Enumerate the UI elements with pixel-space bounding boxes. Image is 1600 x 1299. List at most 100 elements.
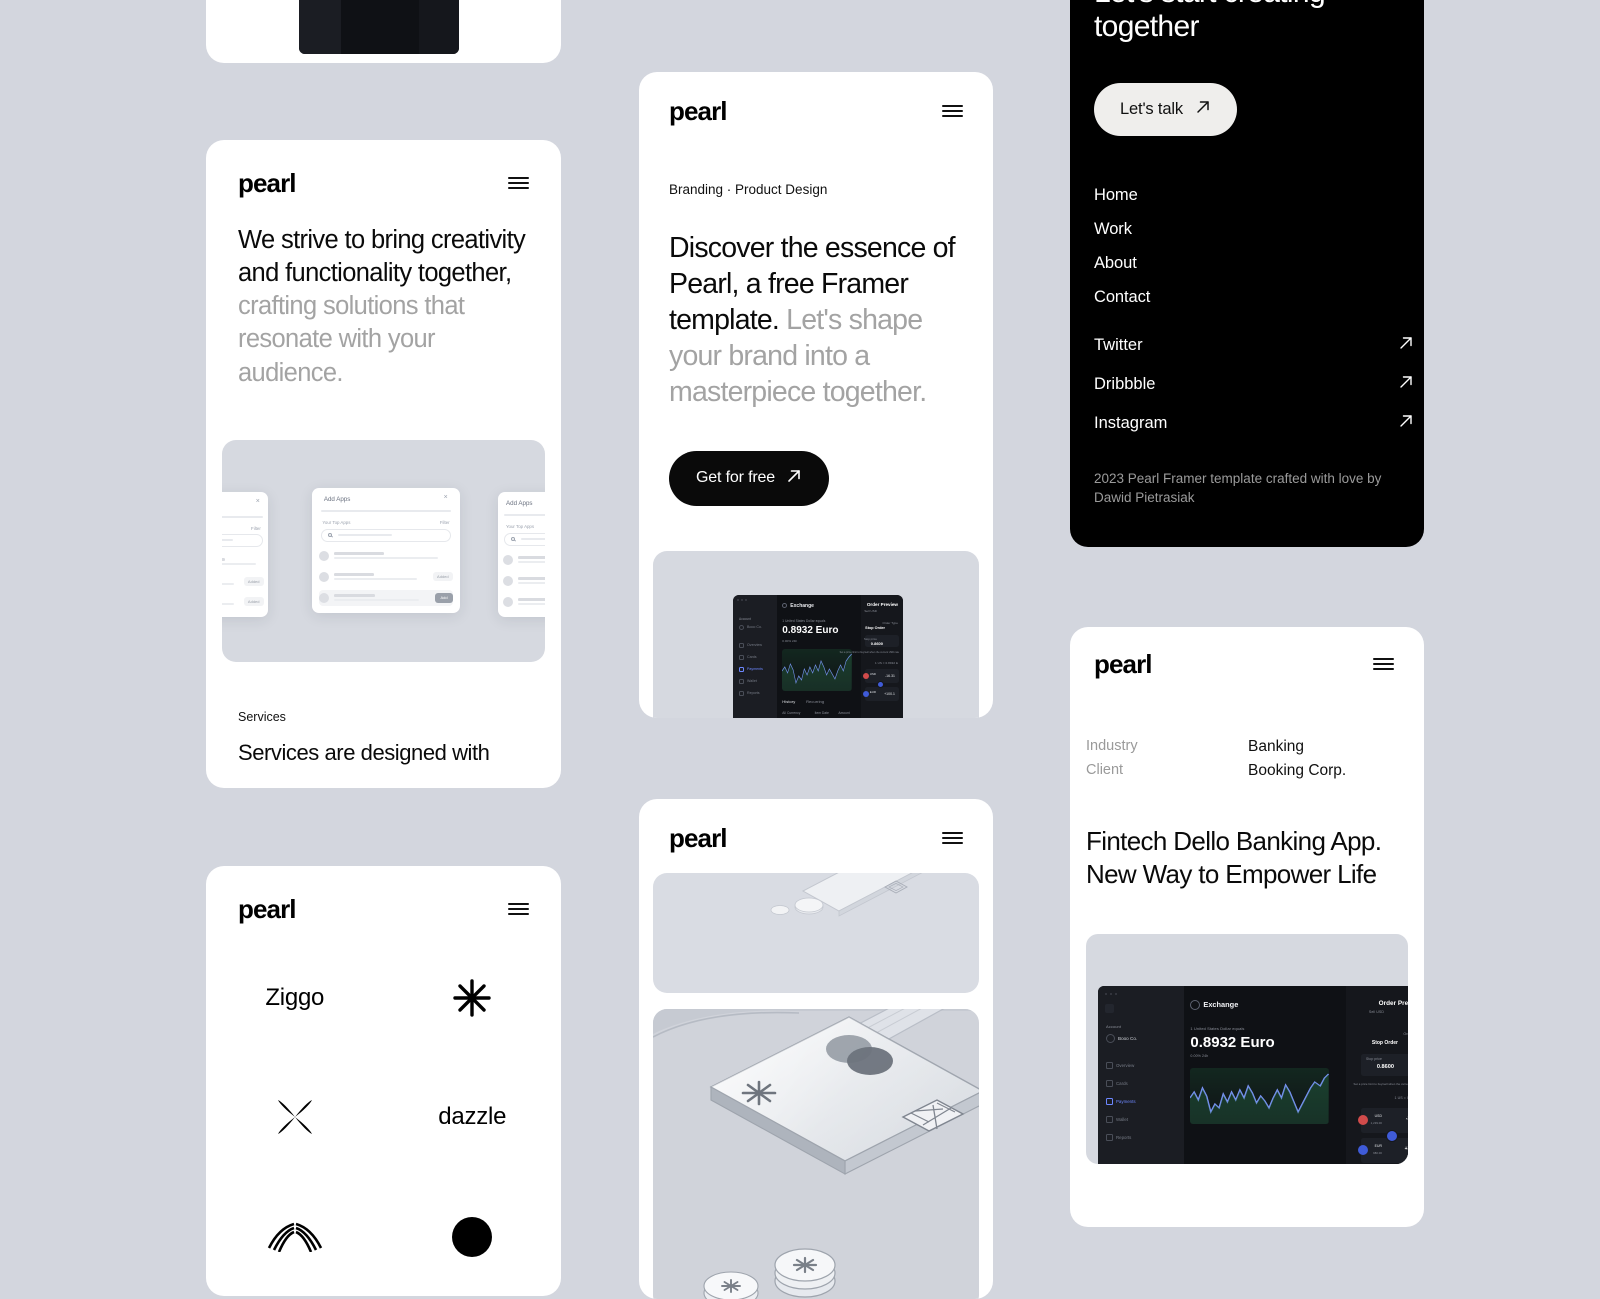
button-label: Get for free: [696, 469, 776, 487]
dashboard-account[interactable]: Booo Co.: [739, 624, 762, 630]
dashboard-nav-payments[interactable]: Payments: [739, 666, 763, 672]
footer-heading: Let's start creating together: [1094, 0, 1326, 43]
dashboard-nav-payments[interactable]: Payments: [1106, 1097, 1136, 1105]
brand-logo[interactable]: pearl: [238, 170, 296, 196]
arrow-up-right-icon: [1398, 335, 1414, 356]
footer-link-contact[interactable]: Contact: [1094, 280, 1424, 314]
dashboard-nav-reports[interactable]: Reports: [1106, 1133, 1131, 1141]
hamburger-menu-icon[interactable]: [942, 105, 963, 117]
wings-mark-icon: [267, 1222, 323, 1252]
footer-nav: Home Work About Contact: [1094, 178, 1424, 314]
brand-logo[interactable]: pearl: [1094, 651, 1152, 677]
hamburger-menu-icon[interactable]: [1373, 658, 1394, 670]
meta-value: Banking: [1248, 738, 1305, 755]
illustration-image-top: [653, 873, 979, 993]
dashboard-main: [340, 0, 419, 54]
breadcrumb: Branding · Product Design: [669, 182, 828, 197]
brand-logo[interactable]: pearl: [669, 825, 727, 851]
dashboard-line-chart: [1190, 1067, 1329, 1124]
section-heading: Services are designed with: [238, 739, 490, 765]
footer-link-home[interactable]: Home: [1094, 178, 1424, 212]
page-title: Discover the essence of Pearl, a free Fr…: [669, 231, 963, 411]
page-title: We strive to bring creativity and functi…: [238, 224, 529, 390]
brand-logo[interactable]: pearl: [669, 98, 727, 124]
add-apps-dialog-right: Add Apps Your Top Apps: [498, 491, 545, 617]
case-heading: Fintech Dello Banking App. New Way to Em…: [1086, 826, 1382, 890]
hamburger-menu-icon[interactable]: [508, 903, 529, 915]
card-header: pearl: [639, 799, 993, 851]
footer-link-about[interactable]: About: [1094, 246, 1424, 280]
client-logo-dazzle: dazzle: [438, 1103, 507, 1130]
dashboard-nav-overview[interactable]: Overview: [739, 642, 762, 648]
add-apps-dialog-center: Add Apps × Your Top Apps Filter Added Ad…: [312, 487, 460, 613]
dashboard-nav-reports[interactable]: Reports: [739, 690, 760, 696]
dashboard-screenshot-image: Account Booo Co. Overview Cards Payments…: [1098, 985, 1408, 1164]
add-apps-dialog-left: × Filter Added Added: [222, 491, 268, 617]
asterisk-mark-icon: [452, 978, 492, 1018]
dashboard-nav-cards[interactable]: Cards: [1106, 1079, 1128, 1087]
avatar: [319, 592, 330, 603]
list-item[interactable]: [319, 548, 452, 564]
dashboard-nav-cards[interactable]: Cards: [739, 654, 757, 660]
client-logo-ziggo: Ziggo: [265, 984, 325, 1011]
social-link-twitter[interactable]: Twitter: [1094, 326, 1414, 365]
card-services: pearl We strive to bring creativity and …: [206, 140, 561, 788]
card-header: pearl: [1070, 627, 1424, 677]
arrow-up-right-icon: [1398, 374, 1414, 395]
dashboard-screenshot-image: Account Booo Co. Overview Cards Payments…: [733, 594, 903, 718]
list-item[interactable]: Added: [319, 569, 453, 585]
arrow-up-right-icon: [1398, 413, 1414, 434]
search-input[interactable]: [320, 528, 452, 542]
illustration-image-main: [653, 1009, 979, 1299]
lets-talk-button[interactable]: Let's talk: [1094, 83, 1237, 137]
meta-value: Booking Corp.: [1248, 762, 1347, 779]
close-x-icon[interactable]: ×: [256, 498, 262, 505]
meta-row-industry: Industry Banking: [1086, 735, 1400, 759]
social-link-dribbble[interactable]: Dribbble: [1094, 365, 1414, 404]
brand-logo[interactable]: pearl: [238, 896, 296, 922]
card-header: pearl: [639, 72, 993, 124]
dashboard-account[interactable]: Booo Co.: [1106, 1033, 1137, 1043]
currency-row-usd: [1361, 1107, 1408, 1133]
meta-row-client: Client Booking Corp.: [1086, 759, 1400, 783]
case-meta: Industry Banking Client Booking Corp.: [1086, 735, 1400, 783]
get-for-free-button[interactable]: Get for free: [669, 450, 830, 506]
card-header: pearl: [206, 140, 561, 196]
hamburger-menu-icon[interactable]: [942, 832, 963, 844]
dashboard-screenshot-image: Overview Cards Payments Wallet Reports H…: [299, 0, 459, 54]
services-image: × Filter Added Added Add Apps × Your Top…: [222, 439, 545, 662]
flower-x-mark-icon: [274, 1096, 316, 1138]
list-item[interactable]: Add: [319, 589, 453, 606]
meta-key: Industry: [1086, 738, 1138, 754]
card-hero: pearl Branding · Product Design Discover…: [639, 72, 993, 718]
arrow-up-right-icon: [786, 468, 802, 489]
currency-row-eur: [1361, 1137, 1408, 1163]
heading-muted-part: crafting solutions that resonate with yo…: [238, 292, 465, 387]
meta-key: Client: [1086, 762, 1124, 778]
dashboard-app-title: Exchange: [1190, 999, 1238, 1010]
dialog-title: Add Apps: [323, 496, 351, 504]
social-link-instagram[interactable]: Instagram: [1094, 404, 1414, 443]
dashboard-nav-wallet[interactable]: Wallet: [739, 678, 757, 684]
avatar: [319, 571, 330, 582]
hamburger-menu-icon[interactable]: [508, 177, 529, 189]
section-label: Services: [238, 709, 286, 724]
footer-link-work[interactable]: Work: [1094, 212, 1424, 246]
dashboard-nav-overview[interactable]: Overview: [1106, 1061, 1134, 1069]
card-clients: pearl Ziggo dazzle: [206, 866, 561, 1296]
dashboard-right-panel: [419, 0, 459, 54]
close-x-icon[interactable]: ×: [444, 494, 450, 501]
heading-dark-part: We strive to bring creativity and functi…: [238, 226, 526, 288]
add-button[interactable]: Add: [435, 592, 453, 603]
hero-image: Account Booo Co. Overview Cards Payments…: [653, 550, 979, 718]
dashboard-nav-wallet[interactable]: Wallet: [1106, 1115, 1128, 1123]
circle-mark-icon: [451, 1216, 493, 1258]
card-case-study: pearl Industry Banking Client Booking Co…: [1070, 627, 1424, 1227]
avatar: [319, 550, 330, 561]
card-footer: Let's start creating together Let's talk…: [1070, 0, 1424, 547]
page-canvas: Overview Cards Payments Wallet Reports H…: [0, 0, 1600, 1299]
arrow-up-right-icon: [1195, 99, 1211, 120]
case-image: Account Booo Co. Overview Cards Payments…: [1086, 933, 1408, 1164]
dashboard-app-title: Exchange: [782, 603, 814, 609]
footer-copyright: 2023 Pearl Framer template crafted with …: [1094, 471, 1382, 506]
